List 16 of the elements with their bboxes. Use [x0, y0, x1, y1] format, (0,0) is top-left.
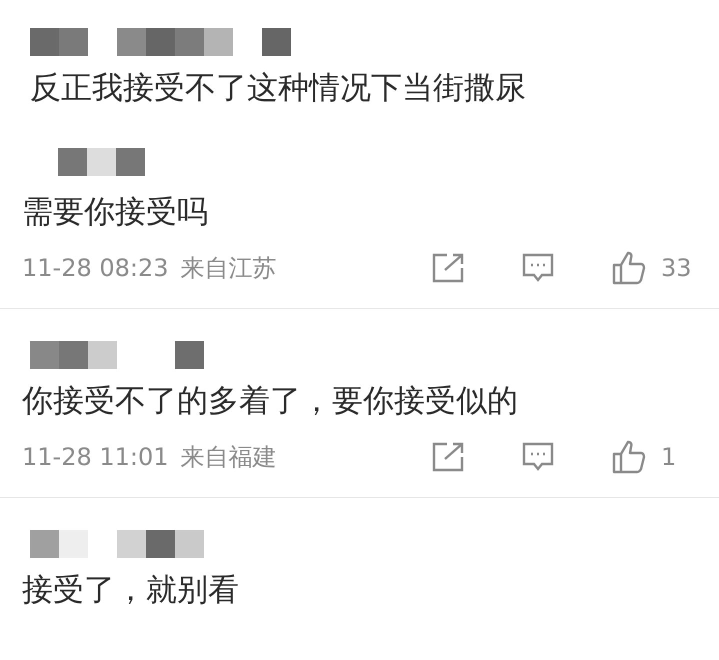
share-icon[interactable]: [431, 252, 465, 284]
comment-text: 你接受不了的多着了，要你接受似的: [22, 382, 519, 421]
timestamp: 11-28 08:23: [22, 253, 169, 284]
timestamp: 11-28 11:01: [22, 442, 169, 473]
location-label: 来自江苏: [180, 253, 277, 284]
like-count: 1: [661, 442, 678, 473]
like-count: 33: [661, 253, 693, 284]
comment-text: 需要你接受吗: [22, 193, 209, 232]
thumbs-up-icon[interactable]: [611, 251, 647, 285]
comment-icon[interactable]: [521, 252, 555, 284]
thumbs-up-icon[interactable]: [611, 440, 647, 474]
comment-icon[interactable]: [521, 441, 555, 473]
comment-text: 接受了，就别看: [22, 571, 240, 610]
location-label: 来自福建: [180, 442, 277, 473]
comment-text: 反正我接受不了这种情况下当街撒尿: [30, 69, 527, 108]
share-icon[interactable]: [431, 441, 465, 473]
